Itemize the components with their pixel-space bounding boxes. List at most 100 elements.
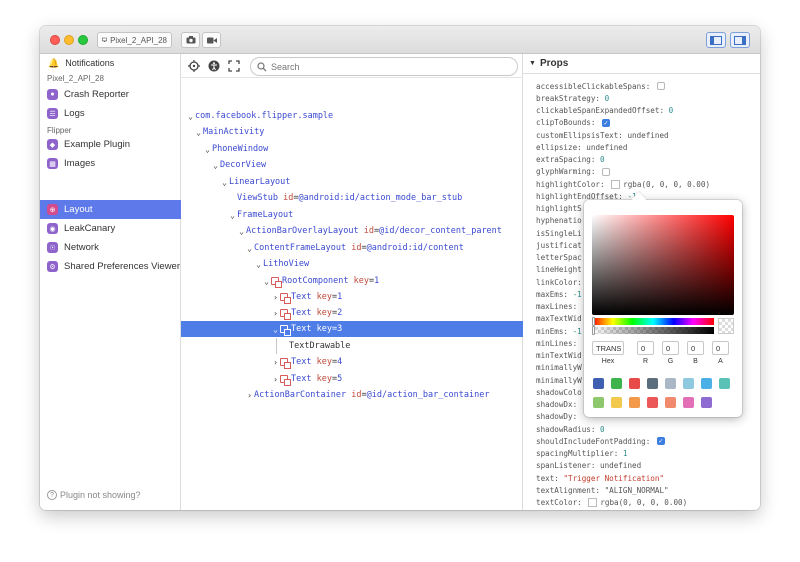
prop-row[interactable]: breakStrategy: 0 bbox=[536, 92, 609, 104]
tree-row-viewstub[interactable]: ViewStub id = @android:id/action_mode_bar_… bbox=[181, 190, 523, 206]
checkbox-checked[interactable]: ✓ bbox=[656, 437, 665, 446]
tree-row-text-3-selected[interactable]: ⌄ Text key = 3 bbox=[181, 321, 523, 337]
prop-row[interactable]: lineHeight bbox=[536, 264, 582, 276]
props-header[interactable]: ▼ Props bbox=[523, 54, 760, 74]
tree-row-lithoview[interactable]: ⌄ LithoView bbox=[181, 256, 523, 272]
green-input[interactable]: 0 bbox=[662, 341, 679, 355]
tree-row-app[interactable]: ⌄ com.facebook.flipper.sample bbox=[181, 108, 523, 124]
preset-swatch[interactable] bbox=[593, 378, 604, 389]
sidebar-item-shared-preferences[interactable]: ⚙ Shared Preferences Viewer bbox=[40, 257, 181, 276]
prop-row[interactable]: text: "Trigger Notification" bbox=[536, 472, 664, 484]
prop-row[interactable]: clickableSpanExpandedOffset: 0 bbox=[536, 105, 673, 117]
prop-value[interactable]: 0 bbox=[600, 425, 605, 434]
screenshot-button[interactable] bbox=[181, 32, 200, 48]
prop-row[interactable]: shadowColo bbox=[536, 386, 582, 398]
preset-swatch[interactable] bbox=[611, 378, 622, 389]
prop-row[interactable]: maxLines: bbox=[536, 301, 577, 313]
close-window-button[interactable] bbox=[50, 35, 60, 45]
prop-row[interactable]: spanListener: undefined bbox=[536, 460, 641, 472]
prop-row[interactable]: clipToBounds: ✓ bbox=[536, 117, 611, 129]
prop-value[interactable]: "Trigger Notification" bbox=[563, 474, 664, 483]
preset-swatch[interactable] bbox=[701, 397, 712, 408]
sidebar-item-example-plugin[interactable]: ◆ Example Plugin bbox=[40, 135, 181, 154]
prop-row[interactable]: linkColor: bbox=[536, 276, 582, 288]
prop-value[interactable]: 0 bbox=[600, 155, 605, 164]
tree-row-textdrawable[interactable]: TextDrawable bbox=[181, 338, 523, 354]
preset-swatch[interactable] bbox=[683, 378, 694, 389]
prop-value[interactable]: "ALIGN_NORMAL" bbox=[605, 486, 669, 495]
tree-row-text-2[interactable]: › Text key = 2 bbox=[181, 305, 523, 321]
tree-search-box[interactable] bbox=[250, 57, 518, 76]
prop-row[interactable]: maxEms: -1 bbox=[536, 288, 582, 300]
tree-row-linearlayout[interactable]: ⌄ LinearLayout bbox=[181, 174, 523, 190]
accessibility-icon[interactable] bbox=[208, 60, 220, 72]
prop-row[interactable]: shadowRadius: 0 bbox=[536, 423, 605, 435]
tree-row-phonewindow[interactable]: ⌄ PhoneWindow bbox=[181, 141, 523, 157]
prop-value[interactable]: -1 bbox=[573, 327, 582, 336]
prop-row[interactable]: highlightS bbox=[536, 203, 582, 215]
alpha-slider-handle[interactable] bbox=[592, 326, 595, 335]
prop-row[interactable]: minEms: -1 bbox=[536, 325, 582, 337]
alpha-slider[interactable] bbox=[592, 327, 714, 334]
prop-value[interactable]: rgba(0, 0, 0, 0.00) bbox=[623, 180, 710, 189]
target-icon[interactable] bbox=[188, 60, 200, 72]
prop-row[interactable]: maxTextWid bbox=[536, 313, 582, 325]
prop-row[interactable]: highlightColor: rgba(0, 0, 0, 0.00) bbox=[536, 178, 710, 190]
prop-value[interactable]: rgba(0, 0, 0, 0.00) bbox=[600, 498, 687, 507]
prop-row[interactable]: minLines: bbox=[536, 337, 577, 349]
tree-row-framelayout[interactable]: ⌄ FrameLayout bbox=[181, 207, 523, 223]
preset-swatch[interactable] bbox=[611, 397, 622, 408]
prop-row[interactable]: minimallyW bbox=[536, 374, 582, 386]
preset-swatch[interactable] bbox=[647, 378, 658, 389]
preset-swatch[interactable] bbox=[665, 378, 676, 389]
prop-row[interactable]: textAlignment: "ALIGN_NORMAL" bbox=[536, 484, 669, 496]
prop-row[interactable]: textColor: rgba(0, 0, 0, 0.00) bbox=[536, 497, 687, 509]
prop-row[interactable]: shouldIncludeFontPadding: ✓ bbox=[536, 435, 665, 447]
prop-row[interactable]: minTextWid bbox=[536, 350, 582, 362]
tree-row-actionbarcontainer[interactable]: › ActionBarContainer id = @id/action_bar_co… bbox=[181, 387, 523, 403]
prop-value[interactable]: 0 bbox=[605, 94, 610, 103]
prop-row[interactable]: ellipsize: undefined bbox=[536, 141, 627, 153]
tree-row-text-1[interactable]: › Text key = 1 bbox=[181, 289, 523, 305]
sidebar-item-layout[interactable]: ⊕ Layout bbox=[40, 200, 181, 219]
prop-row[interactable]: hyphenatio bbox=[536, 215, 582, 227]
prop-value[interactable]: undefined bbox=[586, 143, 627, 152]
preset-swatch[interactable] bbox=[683, 397, 694, 408]
hue-slider[interactable] bbox=[592, 318, 714, 325]
color-swatch[interactable] bbox=[611, 179, 621, 189]
prop-row[interactable]: customEllipsisText: undefined bbox=[536, 129, 669, 141]
prop-row[interactable]: shadowDy: bbox=[536, 411, 577, 423]
preset-swatch[interactable] bbox=[719, 378, 730, 389]
tree-row-decorview[interactable]: ⌄ DecorView bbox=[181, 157, 523, 173]
hex-input[interactable]: TRANS bbox=[592, 341, 624, 355]
plugin-not-showing-link[interactable]: ? Plugin not showing? bbox=[47, 490, 141, 500]
alpha-input[interactable]: 0 bbox=[712, 341, 729, 355]
checkbox-unchecked[interactable] bbox=[656, 82, 665, 90]
sidebar-item-leakcanary[interactable]: ◉ LeakCanary bbox=[40, 219, 181, 238]
prop-value[interactable]: 0 bbox=[669, 106, 674, 115]
tree-row-rootcomponent[interactable]: ⌄ RootComponent key = 1 bbox=[181, 273, 523, 289]
sidebar-item-crash-reporter[interactable]: ● Crash Reporter bbox=[40, 85, 181, 104]
preset-swatch[interactable] bbox=[629, 378, 640, 389]
tree-row-text-5[interactable]: › Text key = 5 bbox=[181, 371, 523, 387]
toggle-left-sidebar-button[interactable] bbox=[706, 32, 726, 48]
record-button[interactable] bbox=[202, 32, 221, 48]
preset-swatch[interactable] bbox=[701, 378, 712, 389]
tree-row-actionbaroverlay[interactable]: ⌄ ActionBarOverlayLayout id = @id/decor_con… bbox=[181, 223, 523, 239]
red-input[interactable]: 0 bbox=[637, 341, 654, 355]
checkbox-unchecked[interactable] bbox=[602, 167, 611, 176]
hue-slider-handle[interactable] bbox=[592, 317, 595, 326]
prop-value[interactable]: -1 bbox=[573, 290, 582, 299]
checkbox-checked[interactable]: ✓ bbox=[602, 118, 611, 127]
search-input[interactable] bbox=[271, 61, 491, 72]
preset-swatch[interactable] bbox=[593, 397, 604, 408]
minimize-window-button[interactable] bbox=[64, 35, 74, 45]
color-swatch[interactable] bbox=[588, 498, 598, 507]
prop-row[interactable]: shadowDx: bbox=[536, 399, 577, 411]
prop-row[interactable]: accessibleClickableSpans: bbox=[536, 80, 665, 92]
device-selector-button[interactable]: Pixel_2_API_28 bbox=[97, 32, 172, 48]
prop-row[interactable]: minimallyW bbox=[536, 362, 582, 374]
zoom-window-button[interactable] bbox=[78, 35, 88, 45]
sidebar-item-network[interactable]: ☉ Network bbox=[40, 238, 181, 257]
prop-row[interactable]: letterSpac bbox=[536, 252, 582, 264]
